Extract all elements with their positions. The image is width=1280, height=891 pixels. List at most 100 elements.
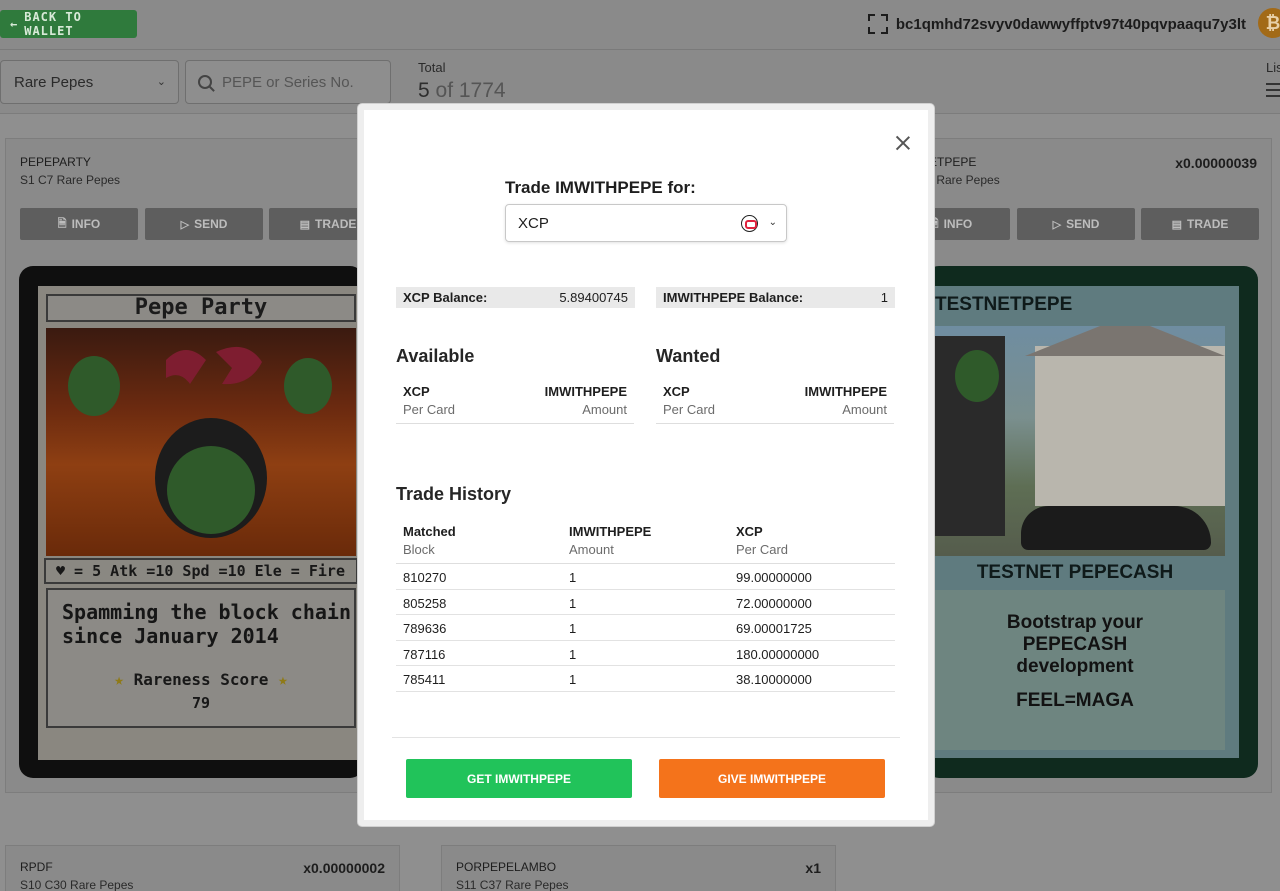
card-rpdf: RPDF S10 C30 Rare Pepes x0.00000002	[5, 845, 400, 891]
header-block: Block	[403, 542, 435, 557]
wallet-address[interactable]: bc1qmhd72svyv0dawwyffptv97t40pqvpaaqu7y3…	[867, 14, 1246, 34]
wanted-table: XCP Per Card IMWITHPEPE Amount	[656, 378, 894, 424]
header-per-card: Per Card	[736, 542, 789, 557]
header-amount: Amount	[569, 542, 614, 557]
card-name: RPDF	[20, 860, 53, 874]
table-header: Matched Block IMWITHPEPE Amount XCP Per …	[396, 518, 895, 564]
wanted-col1-head: XCP	[663, 384, 690, 399]
collection-select-value: Rare Pepes	[14, 73, 94, 91]
card-art-testnetpepe[interactable]: TESTNETPEPE TESTNET PEPECASH Bootstrap y…	[925, 266, 1258, 778]
send-label: SEND	[1066, 217, 1100, 231]
art-text: Spamming the block chain since January 20…	[62, 600, 351, 648]
cell-amount: 1	[569, 621, 577, 636]
art-fire-image	[46, 328, 356, 556]
star-icon: ★	[114, 670, 124, 689]
total-shown: 5	[418, 79, 430, 102]
search-icon	[198, 75, 212, 89]
pepe-faces-illustration	[68, 346, 332, 538]
card-quantity: x0.00000002	[303, 860, 385, 876]
card-series: S1 C7 Rare Pepes	[20, 173, 121, 187]
available-col2-head: IMWITHPEPE	[544, 384, 627, 399]
card-frame: Pepe Party ♥ = 5 Atk =10 Spd =10 Ele = F…	[38, 286, 364, 760]
art-text-line1: Spamming the block chain	[62, 600, 351, 624]
car-image	[1021, 506, 1211, 550]
xcp-logo-icon	[741, 215, 758, 232]
available-table: XCP Per Card IMWITHPEPE Amount	[396, 378, 634, 424]
available-title: Available	[396, 346, 475, 366]
wallet-address-text: bc1qmhd72svyv0dawwyffptv97t40pqvpaaqu7y3…	[895, 15, 1246, 33]
xcp-balance-value: 5.89400745	[559, 290, 628, 305]
give-asset-button[interactable]: GIVE IMWITHPEPE	[659, 759, 885, 798]
art-subtitle: TESTNET PEPECASH	[976, 562, 1174, 583]
search-input[interactable]: PEPE or Series No.	[185, 60, 391, 104]
trade-button[interactable]: ▤ TRADE	[1141, 208, 1259, 240]
total-label: Total	[418, 60, 446, 75]
card-frame: TESTNETPEPE TESTNET PEPECASH Bootstrap y…	[925, 286, 1239, 758]
cell-price: 38.10000000	[736, 672, 812, 687]
trade-history-title: Trade History	[396, 484, 512, 504]
send-button[interactable]: ▷ SEND	[145, 208, 263, 240]
asset-balance-value: 1	[880, 290, 888, 305]
art-body-line1: Bootstrap your	[1006, 612, 1144, 633]
xcp-balance: XCP Balance: 5.89400745	[396, 287, 635, 308]
available-col2-sub: Amount	[582, 402, 627, 417]
table-row: 810270 1 99.00000000	[396, 564, 895, 590]
total-counter: Total 5 of 1774	[418, 60, 506, 103]
chevron-down-icon: ⌄	[156, 76, 166, 88]
back-to-wallet-label: BACK TO WALLET	[24, 10, 82, 38]
art-text-line2: since January 2014	[62, 624, 279, 648]
art-tagline: FEEL=MAGA	[1016, 690, 1134, 711]
total-of: of 1774	[435, 79, 506, 102]
back-to-wallet-button[interactable]: ← BACK TO WALLET	[0, 10, 137, 38]
card-series: S11 C37 Rare Pepes	[456, 878, 569, 891]
top-bar: ← BACK TO WALLET bc1qmhd72svyv0dawwyffpt…	[0, 0, 1280, 50]
art-text: Bootstrap your PEPECASH development	[925, 612, 1225, 678]
cell-amount: 1	[569, 595, 577, 611]
trade-history-table: Matched Block IMWITHPEPE Amount XCP Per …	[396, 518, 895, 692]
trade-asset-select[interactable]: XCP ⌄	[505, 204, 787, 242]
trade-label: TRADE	[315, 217, 357, 231]
get-asset-button[interactable]: GET IMWITHPEPE	[406, 759, 632, 798]
art-mansion-image	[925, 316, 1225, 556]
trade-icon: ▤	[299, 218, 311, 231]
collection-select[interactable]: Rare Pepes ⌄	[0, 60, 179, 104]
info-button[interactable]: 🗎 INFO	[20, 208, 138, 240]
art-title: Pepe Party	[46, 294, 356, 322]
list-view-icon[interactable]	[1266, 83, 1280, 101]
trade-icon: ▤	[1171, 218, 1183, 231]
art-stats: ♥ = 5 Atk =10 Spd =10 Ele = Fire	[44, 558, 358, 584]
card-art-pepe-party[interactable]: Pepe Party ♥ = 5 Atk =10 Spd =10 Ele = F…	[19, 266, 364, 778]
send-label: SEND	[194, 217, 228, 231]
info-label: INFO	[943, 217, 973, 231]
card-name: PORPEPELAMBO	[456, 860, 557, 874]
qr-scan-icon[interactable]	[867, 14, 888, 34]
cell-price: 99.00000000	[736, 570, 812, 585]
available-col1-sub: Per Card	[403, 402, 456, 417]
cell-block: 787116	[403, 646, 446, 662]
close-icon[interactable]	[894, 134, 912, 152]
send-button[interactable]: ▷ SEND	[1017, 208, 1135, 240]
wanted-col2-head: IMWITHPEPE	[804, 384, 887, 399]
card-quantity: x0.00000039	[1175, 155, 1257, 171]
card-series: S10 C30 Rare Pepes	[20, 878, 134, 891]
table-row: 787116 1 180.00000000	[396, 641, 895, 666]
footer-divider	[392, 737, 900, 738]
available-col1-head: XCP	[403, 384, 430, 399]
card-series: - Rare Pepes	[929, 173, 1000, 187]
star-icon: ★	[278, 670, 288, 689]
asset-balance: IMWITHPEPE Balance: 1	[656, 287, 895, 308]
art-textbox: Bootstrap your PEPECASH development FEEL=M…	[925, 590, 1225, 750]
cell-price: 180.00000000	[736, 646, 820, 662]
art-title: TESTNETPEPE	[935, 294, 1073, 315]
table-row: 805258 1 72.00000000	[396, 590, 895, 615]
rareness-score: ★ Rareness Score ★	[48, 670, 354, 689]
send-icon: ▷	[1052, 218, 1062, 231]
send-icon: ▷	[180, 218, 190, 231]
cell-block: 810270	[403, 570, 447, 585]
arrow-left-icon: ←	[10, 17, 19, 31]
table-row: 785411 1 38.10000000	[396, 666, 895, 692]
bitcoin-icon[interactable]: ₿	[1258, 8, 1280, 38]
table-row: 789636 1 69.00001725	[396, 615, 895, 641]
cell-price: 72.00000000	[736, 595, 812, 611]
header-asset: IMWITHPEPE	[569, 524, 652, 539]
